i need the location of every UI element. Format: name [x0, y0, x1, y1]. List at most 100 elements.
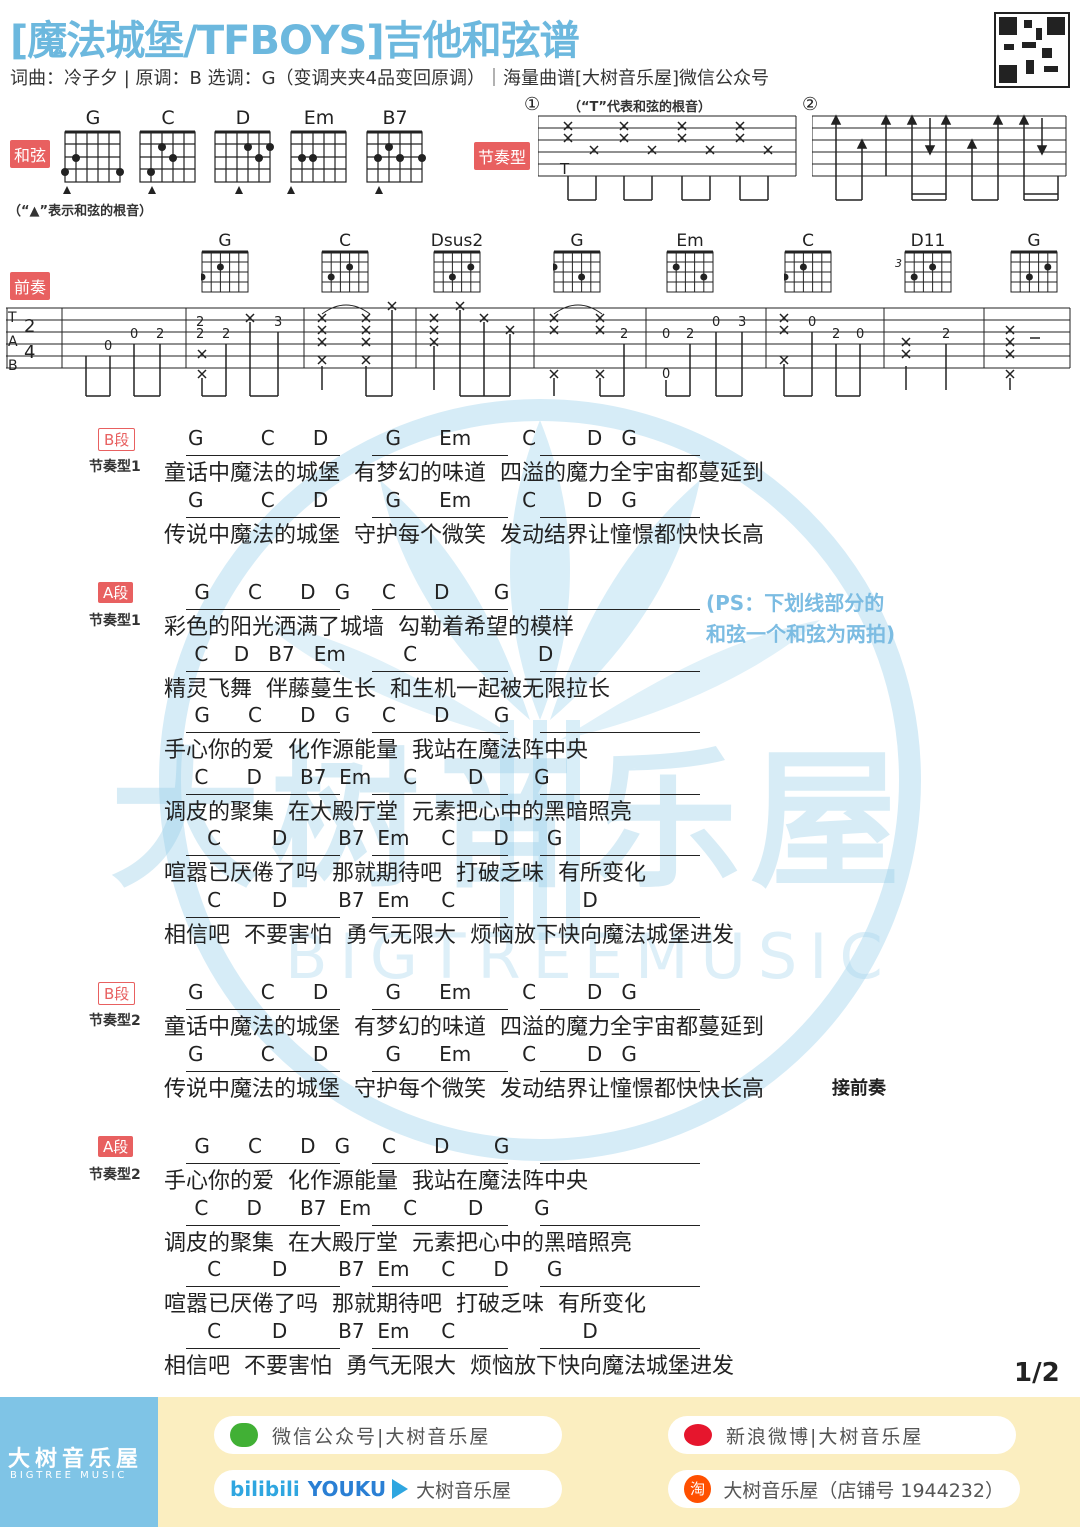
chord-underline [186, 455, 340, 456]
section-rhythm-label: 节奏型2 [89, 1167, 141, 1183]
svg-text:3: 3 [274, 315, 282, 330]
chord-underline [540, 1286, 700, 1287]
prelude-chord-name: G [1027, 231, 1041, 251]
svg-text:A: A [8, 334, 18, 350]
chord-underline [186, 670, 340, 672]
chord-underline [540, 1224, 700, 1226]
footer-wechat-link[interactable]: 微信公众号|大树音乐屋 [214, 1416, 562, 1454]
section-suffix: 接前奏 [832, 1077, 886, 1099]
svg-text:0: 0 [856, 327, 864, 342]
prelude-chord-name: C [339, 231, 351, 251]
chord-underline [540, 1009, 700, 1010]
footer-logo-en: BIGTREE MUSIC [10, 1470, 128, 1481]
rhythm-pattern-1: T [538, 115, 797, 201]
qr-code[interactable] [994, 12, 1070, 88]
chord-underline [540, 516, 700, 518]
prelude-tab: TAB 24 00 2 22 23 2 0 20 3 02 0 2 0 [6, 301, 1071, 397]
prelude-chord-diagram [321, 250, 369, 293]
prelude-chord-name: Em [676, 231, 704, 251]
section-tag: A段 [98, 1136, 134, 1157]
chord-name-b7: B7 [382, 107, 408, 129]
chord-underline [372, 516, 508, 518]
lyric-line: 相信吧 不要害怕 勇气无限大 烦恼放下快向魔法城堡进发 [164, 922, 734, 948]
prelude-chord-diagram [666, 250, 714, 293]
svg-text:0: 0 [130, 327, 138, 342]
chord-underline [540, 793, 700, 795]
footer-taobao-text: 大树音乐屋（店铺号 1944232） [723, 1479, 1004, 1502]
lyric-line: 喧嚣已厌倦了吗 那就期待吧 打破乏味 有所变化 [164, 861, 646, 886]
youku-icon: YOUKU [307, 1477, 387, 1501]
chord-underline [540, 855, 700, 856]
chord-underline [372, 1347, 508, 1349]
svg-text:2: 2 [196, 327, 204, 342]
prelude-chord-name: D11 [910, 231, 946, 251]
chord-underline [372, 1163, 508, 1164]
chord-underline [186, 793, 340, 795]
lyric-line: 传说中魔法的城堡 守护每个微笑 发动结界让憧憬都快快长高 [164, 1076, 764, 1102]
chord-line: G C D G Em C D G [188, 487, 637, 512]
chord-underline [186, 1163, 340, 1164]
svg-text:B: B [8, 358, 18, 374]
lyric-line: 相信吧 不要害怕 勇气无限大 烦恼放下快向魔法城堡进发 [164, 1353, 734, 1379]
prelude-chord-name: C [802, 231, 814, 251]
chord-underline [372, 1224, 508, 1226]
section-rhythm-label: 节奏型2 [89, 1013, 141, 1029]
chord-underline [186, 916, 340, 918]
page-number: 1/2 [1014, 1358, 1060, 1388]
chord-underline [540, 1070, 700, 1072]
lyric-line: 手心你的爱 化作源能量 我站在魔法阵中央 [164, 1169, 588, 1194]
page-title: [魔法城堡/TFBOYS]吉他和弦谱 [10, 18, 580, 64]
chord-underline [372, 1286, 508, 1287]
chord-line: G C D G C D G [188, 1134, 510, 1158]
svg-text:0: 0 [104, 339, 112, 354]
chord-line: G C D G Em C D G [188, 980, 637, 1004]
chord-underline [372, 670, 508, 672]
chord-underline [186, 1286, 340, 1287]
lyric-line: 传说中魔法的城堡 守护每个微笑 发动结界让憧憬都快快长高 [164, 522, 764, 548]
chord-line: C D B7 Em C D [188, 887, 598, 912]
prelude-chord-diagram [553, 250, 601, 293]
ps-note-line-1: (PS：下划线部分的 [706, 591, 885, 615]
lyric-line: 调皮的聚集 在大殿厅堂 元素把心中的黑暗照亮 [164, 799, 632, 825]
section-tag: B段 [98, 982, 136, 1005]
chord-underline [372, 916, 508, 918]
chord-underline [540, 455, 700, 456]
prelude-fret-marker: 3 [895, 257, 902, 270]
play-icon [392, 1479, 409, 1499]
lyric-line: 童话中魔法的城堡 有梦幻的味道 四溢的魔力全宇宙都蔓延到 [164, 461, 764, 486]
svg-text:2: 2 [942, 327, 950, 342]
chord-line: C D B7 Em C D [188, 641, 554, 666]
chord-underline [186, 516, 340, 518]
footer-video-link[interactable]: bilibili YOUKU 大树音乐屋 [214, 1470, 562, 1508]
prelude-chord-diagram [201, 250, 249, 293]
chord-underline [540, 1163, 700, 1164]
chord-underline [186, 855, 340, 856]
prelude-chord-name: G [218, 231, 232, 251]
chord-underline [186, 1224, 340, 1226]
svg-text:2: 2 [222, 327, 230, 342]
svg-text:0: 0 [712, 315, 720, 330]
svg-text:2: 2 [620, 327, 628, 342]
chord-name-d: D [235, 107, 251, 129]
bilibili-icon: bilibili [230, 1477, 300, 1501]
footer-logo[interactable]: 大树音乐屋 BIGTREE MUSIC [0, 1397, 158, 1527]
svg-text:0: 0 [662, 327, 670, 342]
chord-underline [372, 1070, 508, 1072]
prelude-chord-diagram [784, 250, 832, 293]
chord-underline [372, 793, 508, 795]
svg-text:T: T [7, 310, 17, 326]
footer-weibo-link[interactable]: 新浪微博|大树音乐屋 [668, 1416, 1016, 1454]
chord-underline [186, 1347, 340, 1349]
chord-underline [372, 455, 508, 456]
footer-taobao-link[interactable]: 淘 大树音乐屋（店铺号 1944232） [668, 1470, 1020, 1508]
chord-underline [372, 1009, 508, 1010]
chord-line: C D B7 Em C D G [188, 764, 550, 789]
chord-underline [540, 732, 700, 733]
lyric-line: 童话中魔法的城堡 有梦幻的味道 四溢的魔力全宇宙都蔓延到 [164, 1015, 764, 1040]
prelude-chord-name: G [570, 231, 584, 251]
lyric-line: 喧嚣已厌倦了吗 那就期待吧 打破乏味 有所变化 [164, 1292, 646, 1317]
svg-text:4: 4 [24, 342, 35, 363]
chord-underline [372, 732, 508, 733]
ps-note-line-2: 和弦一个和弦为两拍) [706, 622, 896, 646]
svg-text:3: 3 [738, 315, 746, 330]
